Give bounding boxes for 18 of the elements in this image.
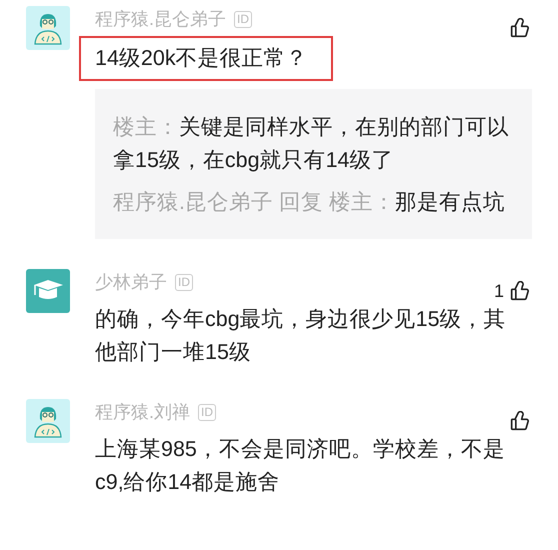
like-count: 1 <box>494 282 504 300</box>
id-badge: ID <box>234 10 252 28</box>
comment-text: 14级20k不是很正常？ <box>95 45 309 72</box>
comment-text: 上海某985，不会是同济吧。学校差，不是c9,给你14都是施舍 <box>95 436 506 496</box>
thumbs-up-icon[interactable] <box>510 18 530 38</box>
coder-avatar-icon <box>26 399 70 443</box>
id-badge: ID <box>175 274 193 290</box>
comment-text: 的确，今年cbg最坑，身边很少见15级，其他部门一堆15级 <box>95 306 506 366</box>
id-badge: ID <box>198 404 216 420</box>
reply-text: 程序猿.昆仑弟子 回复 楼主：那是有点坑 <box>113 189 506 216</box>
coder-avatar-icon <box>26 6 70 50</box>
thumbs-up-icon[interactable] <box>510 281 530 301</box>
username[interactable]: 少林弟子 <box>95 273 167 291</box>
username[interactable]: 程序猿.昆仑弟子 <box>95 10 226 28</box>
graduation-cap-icon <box>26 269 70 313</box>
thumbs-up-icon[interactable] <box>510 411 530 431</box>
username[interactable]: 程序猿.刘禅 <box>95 403 190 421</box>
reply-text: 楼主：关键是同样水平，在别的部门可以拿15级，在cbg就只有14级了 <box>113 114 510 174</box>
